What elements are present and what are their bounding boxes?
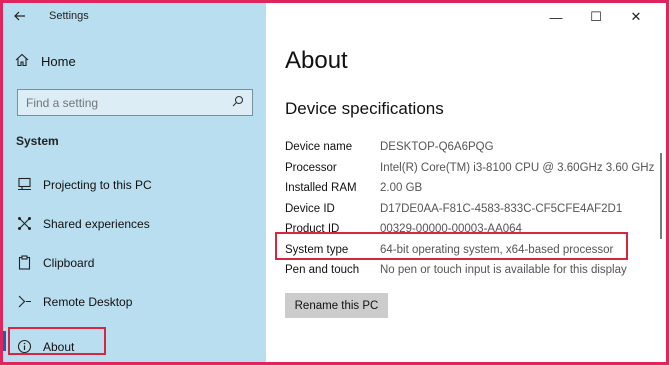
home-icon [15, 53, 29, 70]
sidebar-item-about[interactable]: About [3, 327, 266, 365]
spec-row: Processor Intel(R) Core(TM) i3-8100 CPU … [285, 158, 665, 179]
minimize-icon: — [549, 9, 563, 25]
window-title: Settings [49, 10, 89, 22]
spec-label: Device name [285, 141, 353, 154]
title-bar: Settings [3, 3, 266, 29]
sidebar: Settings Home System Projecting to this … [3, 3, 266, 362]
search-input[interactable] [26, 95, 232, 110]
clipboard-icon [15, 254, 33, 272]
active-indicator [3, 331, 6, 351]
sidebar-item-remote-desktop[interactable]: Remote Desktop [3, 282, 266, 321]
sidebar-item-label: Projecting to this PC [43, 177, 152, 192]
spec-label: Device ID [285, 202, 335, 215]
spec-value[interactable]: D17DE0AA-F81C-4583-833C-CF5CFE4AF2D1 [380, 203, 622, 215]
back-button[interactable] [3, 3, 37, 29]
scrollbar[interactable] [660, 153, 662, 239]
main-panel: — ☐ ✕ About Device specifications Device… [266, 3, 666, 362]
sidebar-item-shared-experiences[interactable]: Shared experiences [3, 204, 266, 243]
spec-value[interactable]: 2.00 GB [380, 182, 422, 194]
remote-desktop-icon [15, 293, 33, 311]
projector-icon [15, 176, 33, 194]
page-title: About [285, 47, 348, 74]
sidebar-item-projecting[interactable]: Projecting to this PC [3, 165, 266, 204]
sidebar-nav: Projecting to this PC Shared experiences… [3, 165, 266, 365]
spec-row: Device ID D17DE0AA-F81C-4583-833C-CF5CFE… [285, 199, 665, 220]
search-box[interactable] [17, 89, 253, 116]
maximize-icon: ☐ [590, 9, 602, 24]
window-controls: — ☐ ✕ [536, 7, 656, 27]
selection-highlight [8, 327, 106, 355]
sidebar-item-label: Shared experiences [43, 216, 150, 231]
close-icon: ✕ [630, 9, 642, 24]
spec-value[interactable]: Intel(R) Core(TM) i3-8100 CPU @ 3.60GHz … [380, 162, 654, 174]
close-button[interactable]: ✕ [616, 7, 656, 27]
spec-label: Processor [285, 161, 337, 174]
sidebar-item-clipboard[interactable]: Clipboard [3, 243, 266, 282]
spec-label: Installed RAM [285, 182, 357, 195]
maximize-button[interactable]: ☐ [576, 7, 616, 27]
home-label: Home [41, 54, 76, 69]
minimize-button[interactable]: — [536, 7, 576, 27]
spec-row: Installed RAM 2.00 GB [285, 178, 665, 199]
section-heading: Device specifications [285, 99, 444, 118]
rename-pc-button[interactable]: Rename this PC [285, 293, 388, 318]
spec-value[interactable]: DESKTOP-Q6A6PQG [380, 141, 494, 153]
home-link[interactable]: Home [15, 53, 76, 70]
back-arrow-icon [14, 8, 26, 24]
share-icon [15, 215, 33, 233]
spec-label: Pen and touch [285, 264, 360, 277]
search-icon [232, 94, 244, 112]
system-type-highlight [275, 232, 628, 260]
spec-row: Device name DESKTOP-Q6A6PQG [285, 137, 665, 158]
section-label: System [16, 134, 59, 148]
sidebar-item-label: Remote Desktop [43, 294, 133, 309]
spec-value[interactable]: No pen or touch input is available for t… [380, 264, 627, 276]
spec-row: Pen and touch No pen or touch input is a… [285, 260, 665, 281]
sidebar-item-label: Clipboard [43, 255, 95, 270]
